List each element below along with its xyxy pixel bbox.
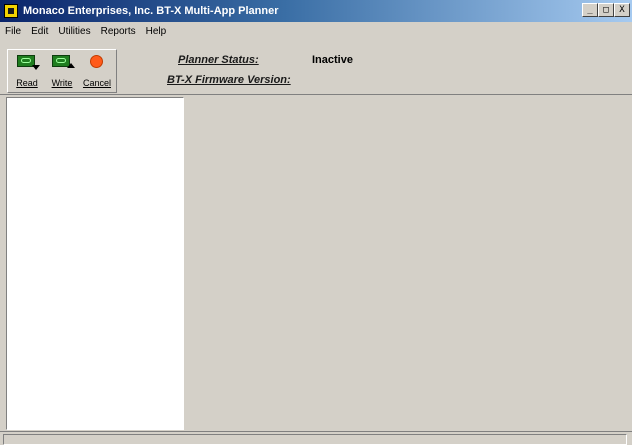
- window-title: Monaco Enterprises, Inc. BT-X Multi-App …: [23, 5, 279, 17]
- menu-utilities[interactable]: Utilities: [53, 26, 95, 37]
- menu-file[interactable]: File: [0, 26, 26, 37]
- write-button[interactable]: Write: [45, 51, 79, 89]
- title-bar[interactable]: Monaco Enterprises, Inc. BT-X Multi-App …: [0, 0, 632, 22]
- firmware-version-label: BT-X Firmware Version:: [167, 74, 291, 86]
- planner-status-value: Inactive: [312, 54, 353, 66]
- status-bar: [0, 431, 632, 445]
- read-button[interactable]: Read: [10, 51, 44, 89]
- menu-help[interactable]: Help: [141, 26, 172, 37]
- navigation-tree-pane[interactable]: [6, 97, 184, 430]
- main-content-pane: [186, 97, 630, 430]
- app-logo-icon[interactable]: [4, 4, 18, 18]
- app-window: Monaco Enterprises, Inc. BT-X Multi-App …: [0, 0, 632, 445]
- restore-button[interactable]: □: [598, 3, 614, 17]
- planner-status-label: Planner Status:: [178, 54, 259, 66]
- menu-reports[interactable]: Reports: [96, 26, 141, 37]
- arrow-up-icon: [67, 63, 75, 68]
- cancel-button-label: Cancel: [82, 78, 111, 88]
- cancel-button[interactable]: Cancel: [80, 51, 114, 89]
- menu-bar: File Edit Utilities Reports Help: [0, 22, 632, 40]
- write-button-label: Write: [51, 78, 73, 88]
- arrow-down-icon: [32, 65, 40, 70]
- window-controls: _ □ X: [582, 3, 630, 17]
- toolbar-area: Read Write Cancel Planner Status: Inacti…: [0, 40, 632, 95]
- minimize-button[interactable]: _: [582, 3, 598, 17]
- read-button-label: Read: [16, 78, 38, 88]
- status-bar-panel: [3, 434, 627, 445]
- menu-edit[interactable]: Edit: [26, 26, 53, 37]
- stop-icon: [90, 55, 103, 68]
- toolbar: Read Write Cancel: [7, 49, 117, 93]
- close-button[interactable]: X: [614, 3, 630, 17]
